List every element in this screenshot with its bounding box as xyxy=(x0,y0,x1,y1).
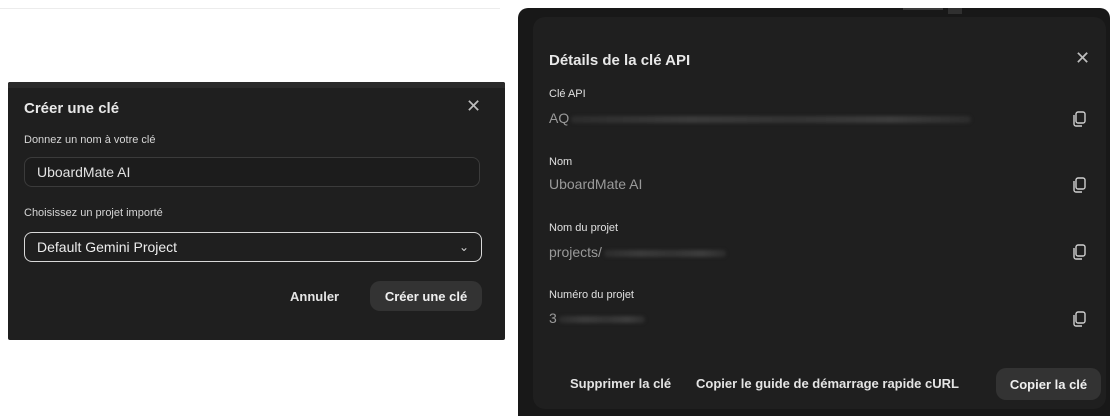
project-select-value: Default Gemini Project xyxy=(37,239,178,255)
api-key-label: Clé API xyxy=(549,88,586,100)
dialog-title: Créer une clé xyxy=(24,100,120,117)
backdrop-line xyxy=(903,8,943,10)
divider xyxy=(0,8,500,9)
api-key-value: AQ xyxy=(549,110,972,126)
name-label: Nom xyxy=(549,156,573,168)
project-name-value: projects/ xyxy=(549,244,726,260)
key-details-dialog xyxy=(533,17,1106,409)
close-icon[interactable]: ✕ xyxy=(1075,49,1090,67)
close-icon[interactable]: ✕ xyxy=(466,97,481,115)
project-name-label: Nom du projet xyxy=(549,222,619,234)
name-value: UboardMate AI xyxy=(549,176,643,192)
copy-icon[interactable] xyxy=(1072,311,1086,327)
project-name-prefix: projects/ xyxy=(549,244,602,260)
copy-icon[interactable] xyxy=(1072,111,1086,127)
redacted-text xyxy=(603,249,726,257)
create-key-button[interactable]: Créer une clé xyxy=(370,281,482,311)
dialog-title: Détails de la clé API xyxy=(549,52,691,69)
background-strip xyxy=(8,82,505,88)
chevron-down-icon: ⌄ xyxy=(458,240,469,254)
copy-key-button[interactable]: Copier la clé xyxy=(996,368,1101,400)
redacted-text xyxy=(571,115,972,123)
copy-icon[interactable] xyxy=(1072,244,1086,260)
cancel-button[interactable]: Annuler xyxy=(290,289,339,304)
backdrop-line xyxy=(948,8,962,14)
redacted-text xyxy=(558,315,645,323)
project-label: Choisissez un projet importé xyxy=(24,207,163,219)
project-number-label: Numéro du projet xyxy=(549,289,634,301)
project-number-prefix: 3 xyxy=(549,310,557,326)
project-select[interactable]: Default Gemini Project ⌄ xyxy=(24,232,482,262)
copy-curl-guide-button[interactable]: Copier le guide de démarrage rapide cURL xyxy=(696,376,959,391)
api-key-prefix: AQ xyxy=(549,110,570,126)
key-name-label: Donnez un nom à votre clé xyxy=(24,134,156,146)
copy-icon[interactable] xyxy=(1072,177,1086,193)
project-number-value: 3 xyxy=(549,310,645,326)
delete-key-button[interactable]: Supprimer la clé xyxy=(570,376,671,391)
key-name-input[interactable] xyxy=(24,157,480,187)
